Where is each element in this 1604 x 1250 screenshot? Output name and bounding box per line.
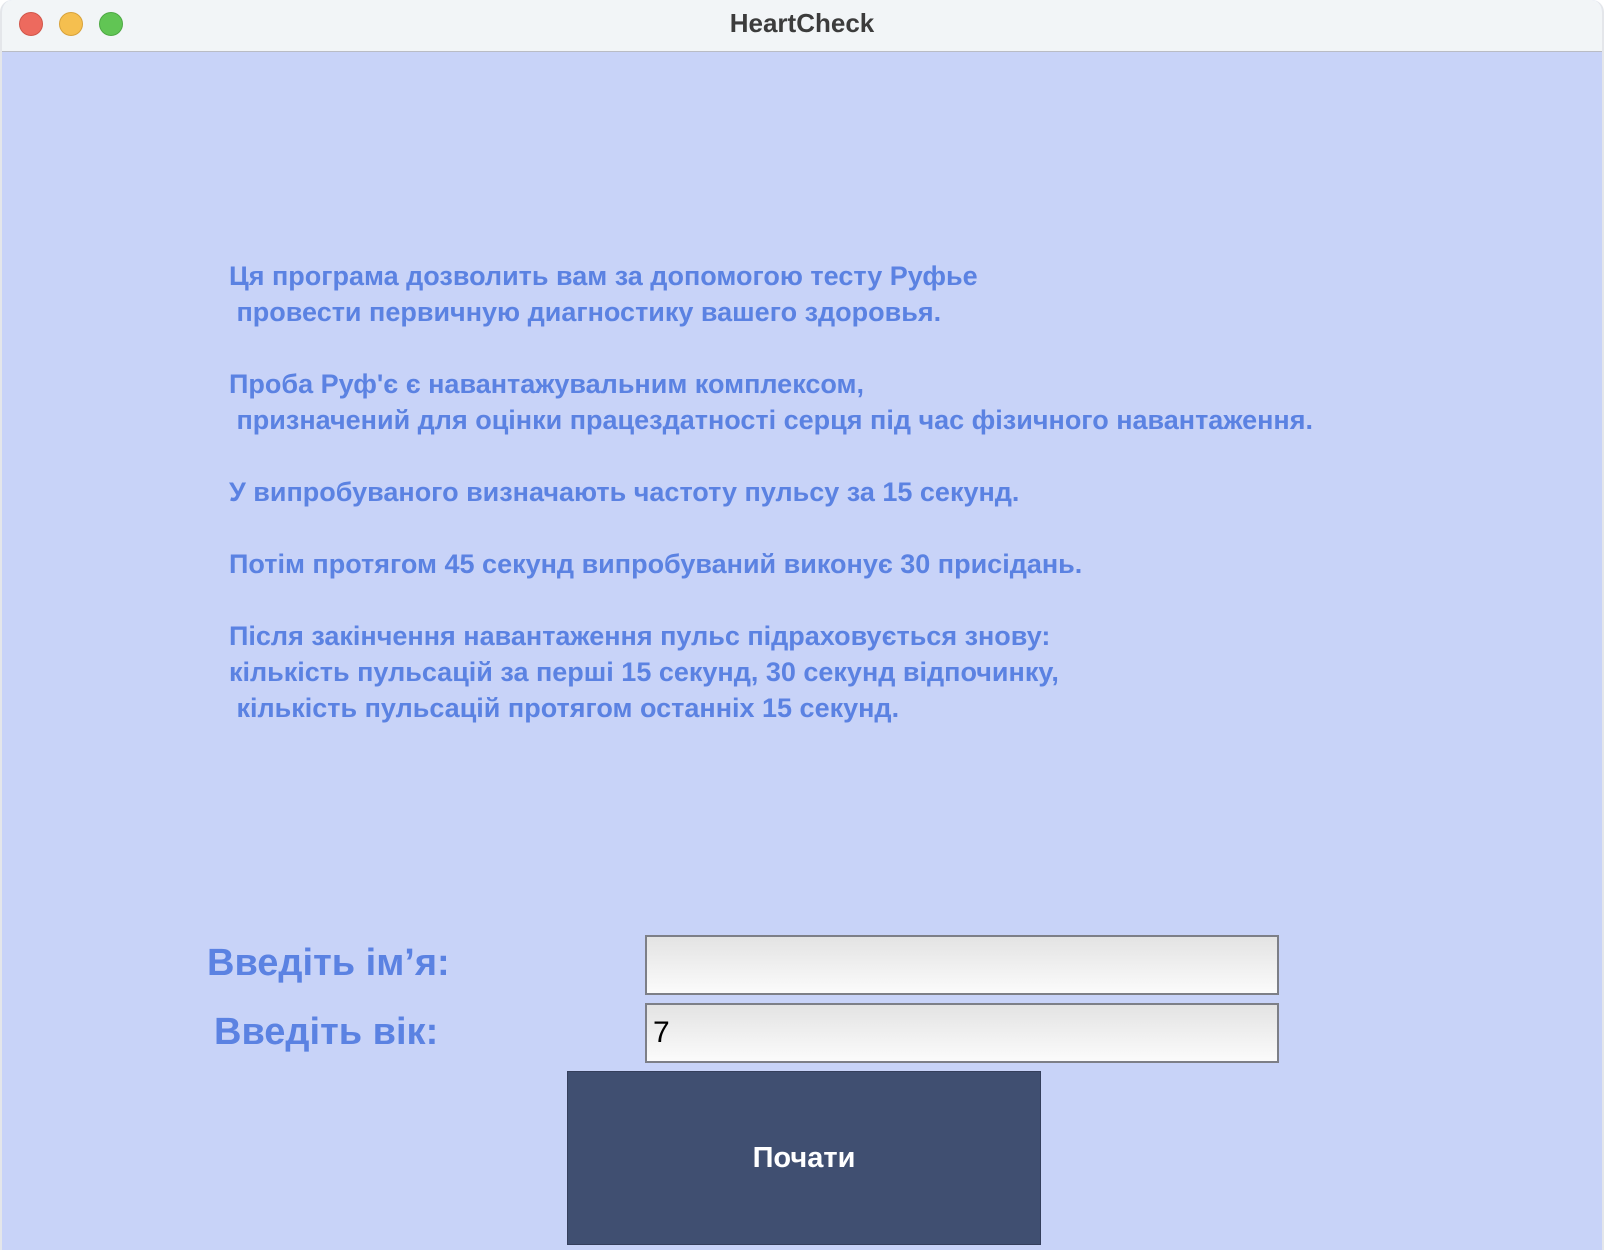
name-input[interactable] (645, 935, 1279, 995)
start-button[interactable]: Почати (567, 1071, 1041, 1245)
app-window: HeartCheck Ця програма дозволить вам за … (0, 0, 1604, 1250)
age-input[interactable] (645, 1003, 1279, 1063)
window-title: HeartCheck (729, 8, 875, 38)
test-description: Ця програма дозволить вам за допомогою т… (229, 261, 1313, 723)
name-label: Введіть ім’я: (207, 942, 450, 984)
start-button-label: Почати (752, 1141, 856, 1174)
age-label: Введіть вік: (214, 1011, 439, 1053)
title-bar: HeartCheck (2, 0, 1602, 52)
